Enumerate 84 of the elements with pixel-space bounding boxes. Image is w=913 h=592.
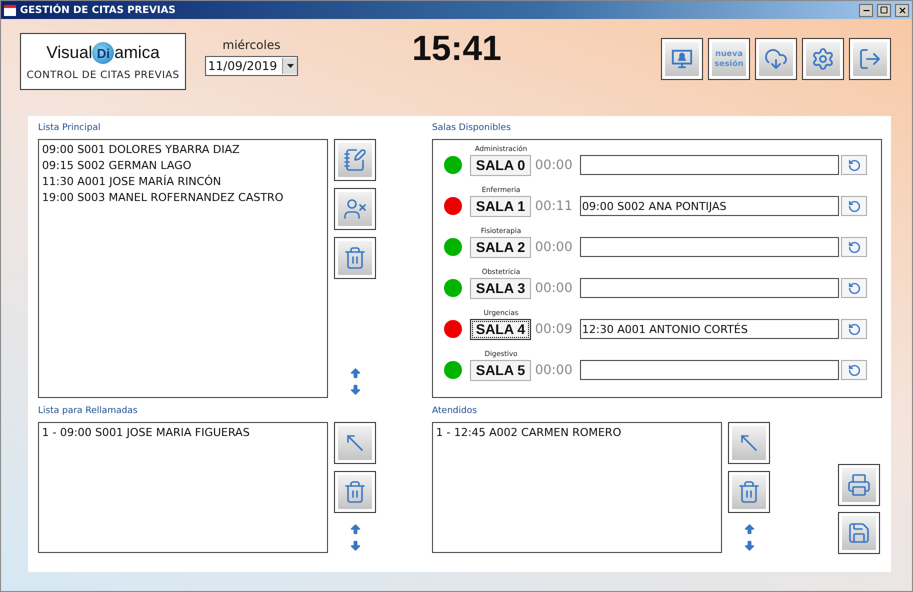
elapsed-time: 00:11 [534,198,574,214]
maximize-icon [880,6,888,14]
section-title: Salas Disponibles [432,123,512,135]
close-button[interactable] [895,4,909,16]
undo-icon [848,322,860,336]
cloud-download-icon [764,47,788,71]
move-up-button[interactable] [742,523,756,536]
undo-button[interactable] [841,237,867,257]
elapsed-time: 00:09 [534,322,574,336]
settings-button[interactable] [802,38,844,80]
window-title: GESTIÓN DE CITAS PREVIAS [20,4,177,16]
patient-text: 12:30 A001 ANTONIO CORTÉS [581,322,748,336]
remove-patient-button[interactable] [334,188,376,230]
user-x-icon [343,197,367,221]
room-button[interactable]: SALA 0 [470,154,531,176]
move-down-button[interactable] [742,539,756,552]
save-button[interactable] [838,512,880,554]
list-item[interactable]: 09:00 S001 DOLORES YBARRA DIAZ [42,142,324,158]
undo-button[interactable] [841,196,867,216]
logo-subtitle: CONTROL DE CITAS PREVIAS [26,70,180,81]
section-title: Atendidos [432,406,478,418]
down-arrow-icon [348,383,362,396]
elapsed-time: 00:00 [534,158,574,172]
alarm-button[interactable] [661,38,703,80]
download-button[interactable] [755,38,797,80]
exit-icon [858,47,882,71]
down-arrow-icon [742,539,756,552]
room-button[interactable]: SALA 1 [470,196,531,216]
section-title: Lista para Rellamadas [38,406,139,418]
undo-icon [848,282,860,294]
section-title: Lista Principal [38,123,102,135]
up-arrow-icon [348,367,362,380]
list-item[interactable]: 09:15 S002 GERMAN LAGO [42,158,324,174]
elapsed-time: 00:00 [534,240,574,254]
room-button[interactable]: SALA 3 [470,278,531,298]
list-item[interactable]: 11:30 A001 JOSE MARÍA RINCÓN [42,174,324,190]
elapsed-time: 00:00 [534,280,574,296]
alarm-screen-icon [671,48,693,70]
undo-icon [848,240,860,254]
list-item[interactable]: 1 - 09:00 S001 JOSE MARIA FIGUERAS [42,425,324,441]
calendar-icon [4,4,16,16]
undo-icon [848,364,860,376]
list-item[interactable]: 1 - 12:45 A002 CARMEN ROMERO [436,425,718,441]
undo-button[interactable] [841,278,867,298]
room-button[interactable]: SALA 4 [470,318,531,340]
room-button[interactable]: SALA 5 [470,360,531,380]
undo-icon [848,200,860,212]
up-arrow-icon [348,523,362,536]
maximize-button[interactable] [877,4,891,16]
minimize-button[interactable] [859,4,873,16]
trash-icon [737,480,761,504]
settings-icon [811,47,835,71]
undo-button[interactable] [841,155,867,175]
undo-button[interactable] [841,319,867,339]
undo-button[interactable] [841,360,867,380]
trash-icon [343,480,367,504]
edit-button[interactable] [334,139,376,181]
close-icon [898,6,906,14]
weekday-label: miércoles [222,38,280,52]
up-arrow-icon [742,523,756,536]
trash-icon [343,246,367,270]
logo-text: Visual Di amica [46,42,160,64]
move-down-button[interactable] [348,383,362,396]
patient-text: 09:00 S002 ANA PONTIJAS [581,200,726,212]
list-item[interactable]: 19:00 S003 MANEL ROFERNANDEZ CASTRO [42,190,324,206]
move-down-button[interactable] [348,539,362,552]
delete-button[interactable] [334,237,376,279]
delete-button[interactable] [728,471,770,513]
date-dropdown[interactable]: 11/09/2019 [205,56,298,76]
move-up-button[interactable] [348,523,362,536]
printer-icon [847,473,871,497]
recall-button[interactable] [728,422,770,464]
room-button[interactable]: SALA 2 [470,236,531,258]
save-icon [847,521,871,545]
delete-button[interactable] [334,471,376,513]
exit-button[interactable] [849,38,891,80]
elapsed-time: 00:00 [534,362,574,378]
down-arrow-icon [348,539,362,552]
clock: 15:41 [412,29,502,69]
print-button[interactable] [838,464,880,506]
notepad-icon [343,148,367,172]
recall-button[interactable] [334,422,376,464]
undo-icon [848,158,860,172]
move-up-button[interactable] [348,367,362,380]
